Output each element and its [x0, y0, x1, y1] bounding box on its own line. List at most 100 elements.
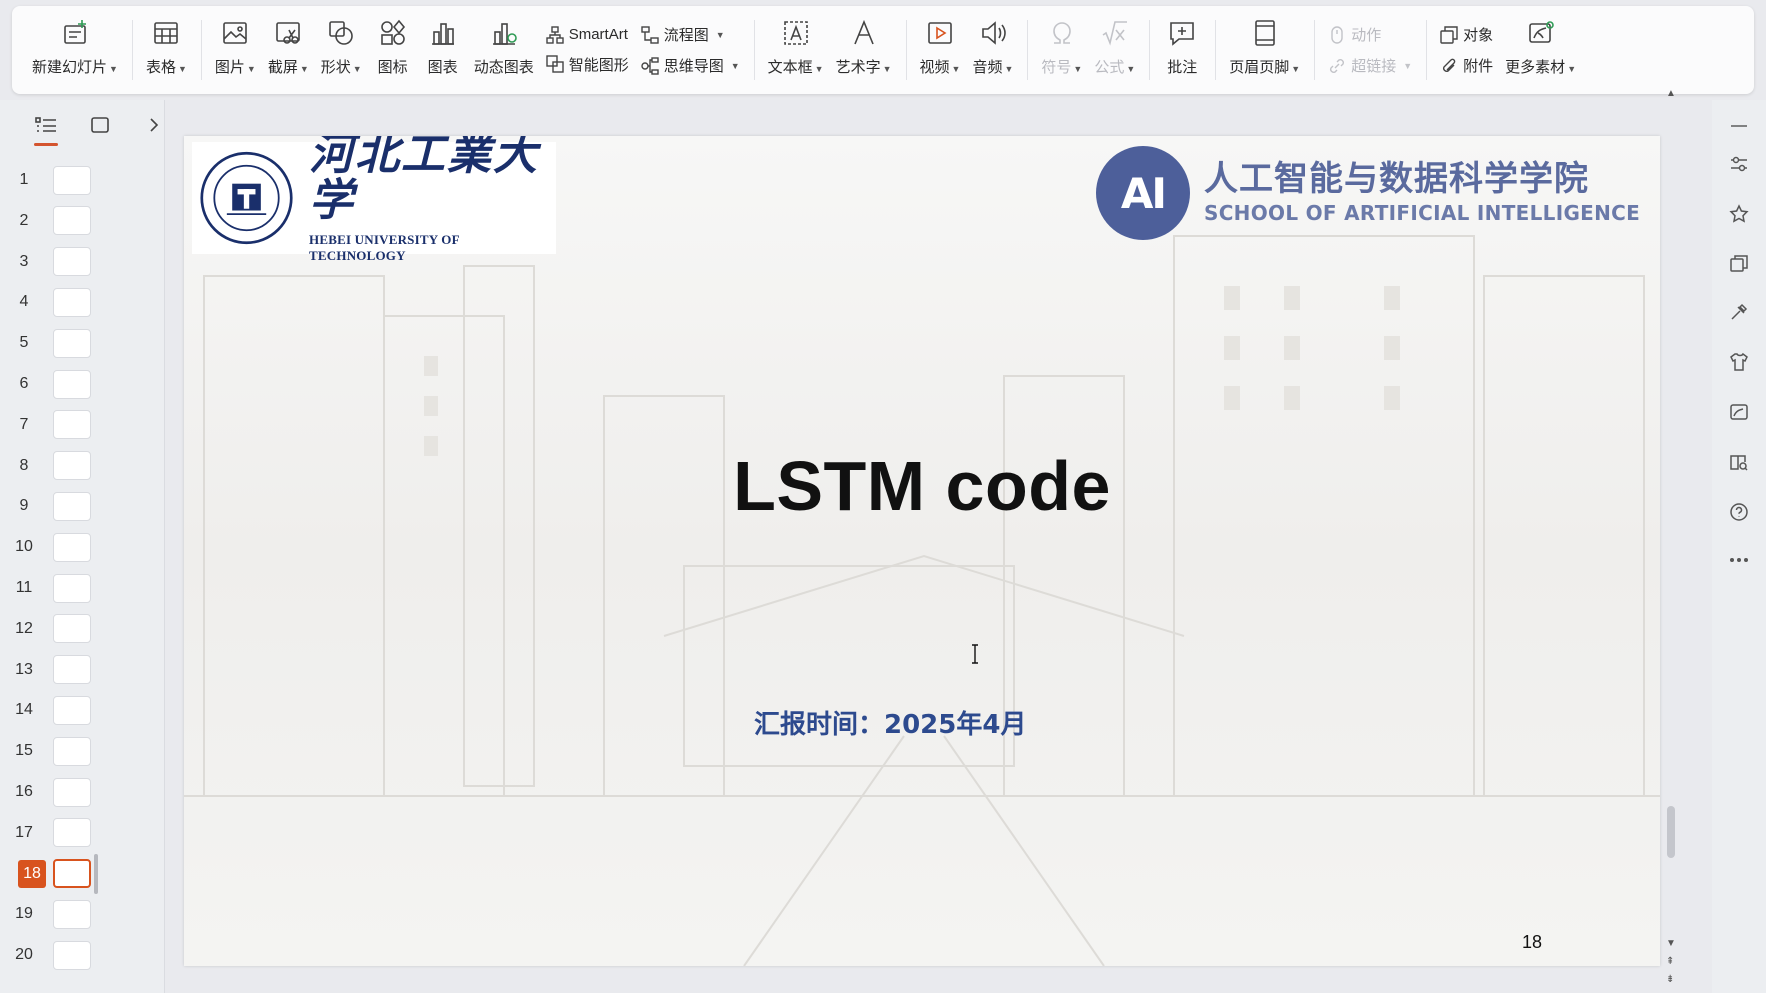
- slide-thumbnail[interactable]: 2: [0, 205, 165, 237]
- slide-thumbnail-preview[interactable]: [53, 532, 91, 562]
- star-icon[interactable]: [1725, 200, 1753, 228]
- dynamic-chart-button[interactable]: 动态图表: [468, 6, 540, 94]
- new-slide-button[interactable]: 新建幻灯片 ▼: [26, 6, 124, 94]
- ribbon-group-comment: 批注: [1149, 6, 1215, 94]
- header-footer-button[interactable]: 页眉页脚 ▼: [1223, 6, 1306, 94]
- slide-thumbnail-preview[interactable]: [53, 736, 91, 766]
- flowchart-button[interactable]: 流程图 ▼: [641, 24, 740, 45]
- formula-button[interactable]: 公式 ▼: [1088, 6, 1141, 94]
- slide-thumbnail-preview[interactable]: [53, 165, 91, 195]
- theme-shirt-icon[interactable]: [1725, 348, 1753, 376]
- thumbnail-view-tab[interactable]: [84, 110, 116, 140]
- prev-slide-icon[interactable]: ⇞: [1666, 956, 1674, 967]
- collapse-icon[interactable]: [1725, 112, 1753, 140]
- omega-icon: [1045, 16, 1079, 50]
- wordart-button[interactable]: 艺术字 ▼: [830, 6, 898, 94]
- more-options-icon[interactable]: [1725, 546, 1753, 574]
- scroll-up-arrow-icon[interactable]: ▲: [1666, 88, 1676, 99]
- slide-title[interactable]: LSTM code: [184, 446, 1660, 526]
- slide-thumbnail-preview[interactable]: [53, 247, 91, 277]
- scrollbar-thumb[interactable]: [1667, 806, 1675, 858]
- slide-thumbnail[interactable]: 13: [0, 654, 165, 686]
- slide-copy-icon[interactable]: [1725, 250, 1753, 278]
- mindmap-button[interactable]: 思维导图 ▼: [641, 55, 740, 76]
- slide-thumbnail[interactable]: 9: [0, 490, 165, 522]
- slide-thumbnail-preview[interactable]: [53, 940, 91, 970]
- adjust-settings-icon[interactable]: [1725, 150, 1753, 178]
- slide-thumbnail-number: 16: [15, 783, 33, 800]
- video-button[interactable]: 视频 ▼: [914, 6, 967, 94]
- slide-thumbnail-preview[interactable]: [53, 573, 91, 603]
- slide-thumbnail-preview[interactable]: [53, 859, 91, 889]
- new-slide-icon: [58, 16, 92, 50]
- screenshot-button[interactable]: 截屏 ▼: [262, 6, 315, 94]
- comment-icon: [1165, 16, 1199, 50]
- slide-thumbnail-preview[interactable]: [53, 410, 91, 440]
- slide-thumbnail-preview[interactable]: [53, 451, 91, 481]
- icon-library-button[interactable]: 图标: [368, 6, 418, 94]
- slide-thumbnail[interactable]: 11: [0, 572, 165, 604]
- hebei-university-logo: 河北工業大学 HEBEI UNIVERSITY OF TECHNOLOGY: [192, 136, 556, 263]
- slide-thumbnail-preview[interactable]: [53, 818, 91, 848]
- symbol-button[interactable]: 符号 ▼: [1035, 6, 1088, 94]
- help-icon[interactable]: [1725, 498, 1753, 526]
- hyperlink-button[interactable]: 超链接 ▼: [1328, 55, 1412, 76]
- slide-thumbnail[interactable]: 7: [0, 409, 165, 441]
- slide-thumbnail-preview[interactable]: [53, 614, 91, 644]
- smart-graphic-button[interactable]: 智能图形: [546, 54, 629, 75]
- comment-button[interactable]: 批注: [1157, 6, 1207, 94]
- action-button[interactable]: 动作: [1328, 24, 1412, 45]
- header-footer-icon: [1248, 16, 1282, 50]
- book-search-icon[interactable]: [1725, 448, 1753, 476]
- slide-thumbnail[interactable]: 8: [0, 450, 165, 482]
- slide-thumbnail[interactable]: 4: [0, 286, 165, 318]
- tools-icon[interactable]: [1725, 298, 1753, 326]
- textbox-button[interactable]: 文本框 ▼: [762, 6, 830, 94]
- object-button[interactable]: 对象: [1440, 24, 1493, 45]
- slide-thumbnail[interactable]: 12: [0, 613, 165, 645]
- slide-thumbnail[interactable]: 18: [0, 853, 165, 894]
- hyperlink-label: 超链接: [1351, 58, 1397, 75]
- next-slide-icon[interactable]: ⇟: [1666, 974, 1674, 985]
- slide-thumbnail[interactable]: 6: [0, 368, 165, 400]
- audio-button[interactable]: 音频 ▼: [966, 6, 1019, 94]
- screenshot-icon: [271, 16, 305, 50]
- video-label: 视频: [919, 59, 950, 76]
- slide-thumbnail[interactable]: 10: [0, 531, 165, 563]
- slide-thumbnail-preview[interactable]: [53, 777, 91, 807]
- slide-thumbnail-preview[interactable]: [53, 369, 91, 399]
- slide-thumbnail-preview[interactable]: [53, 655, 91, 685]
- object-label: 对象: [1463, 27, 1494, 44]
- slide-thumbnail[interactable]: 15: [0, 735, 165, 767]
- slide-thumbnail[interactable]: 5: [0, 327, 165, 359]
- slide-thumbnail[interactable]: 14: [0, 694, 165, 726]
- textbox-icon: [779, 16, 813, 50]
- table-button[interactable]: 表格 ▼: [140, 6, 193, 94]
- image-material-icon[interactable]: [1725, 398, 1753, 426]
- smartart-button[interactable]: SmartArt: [546, 25, 629, 44]
- vertical-scrollbar[interactable]: ▲ ▼ ⇞ ⇟: [1664, 88, 1678, 993]
- slide-thumbnail[interactable]: 16: [0, 776, 165, 808]
- slide-thumbnail-number: 10: [15, 538, 33, 556]
- more-materials-button[interactable]: 更多素材 ▼: [1499, 6, 1582, 94]
- outline-view-tab[interactable]: [30, 110, 62, 146]
- slide[interactable]: 河北工業大学 HEBEI UNIVERSITY OF TECHNOLOGY AI…: [184, 136, 1660, 966]
- slide-thumbnail[interactable]: 17: [0, 817, 165, 849]
- picture-button[interactable]: 图片 ▼: [209, 6, 262, 94]
- slide-thumbnail-preview[interactable]: [53, 491, 91, 521]
- scroll-down-arrow-icon[interactable]: ▼: [1666, 938, 1676, 949]
- attachment-button[interactable]: 附件: [1440, 55, 1493, 76]
- slide-thumbnail[interactable]: 3: [0, 246, 165, 278]
- slide-thumbnail-preview[interactable]: [53, 328, 91, 358]
- slide-thumbnail[interactable]: 19: [0, 898, 165, 930]
- school-name-cn: 人工智能与数据科学学院: [1204, 159, 1589, 200]
- slide-thumbnail-preview[interactable]: [53, 899, 91, 929]
- shape-button[interactable]: 形状 ▼: [315, 6, 368, 94]
- slide-thumbnail-preview[interactable]: [53, 206, 91, 236]
- slide-thumbnail[interactable]: 1: [0, 164, 165, 196]
- chart-button[interactable]: 图表: [418, 6, 468, 94]
- slide-thumbnail-preview[interactable]: [53, 695, 91, 725]
- slide-thumbnail[interactable]: 20: [0, 939, 165, 971]
- report-date[interactable]: 汇报时间：2025年4月: [754, 704, 1026, 741]
- slide-thumbnail-preview[interactable]: [53, 287, 91, 317]
